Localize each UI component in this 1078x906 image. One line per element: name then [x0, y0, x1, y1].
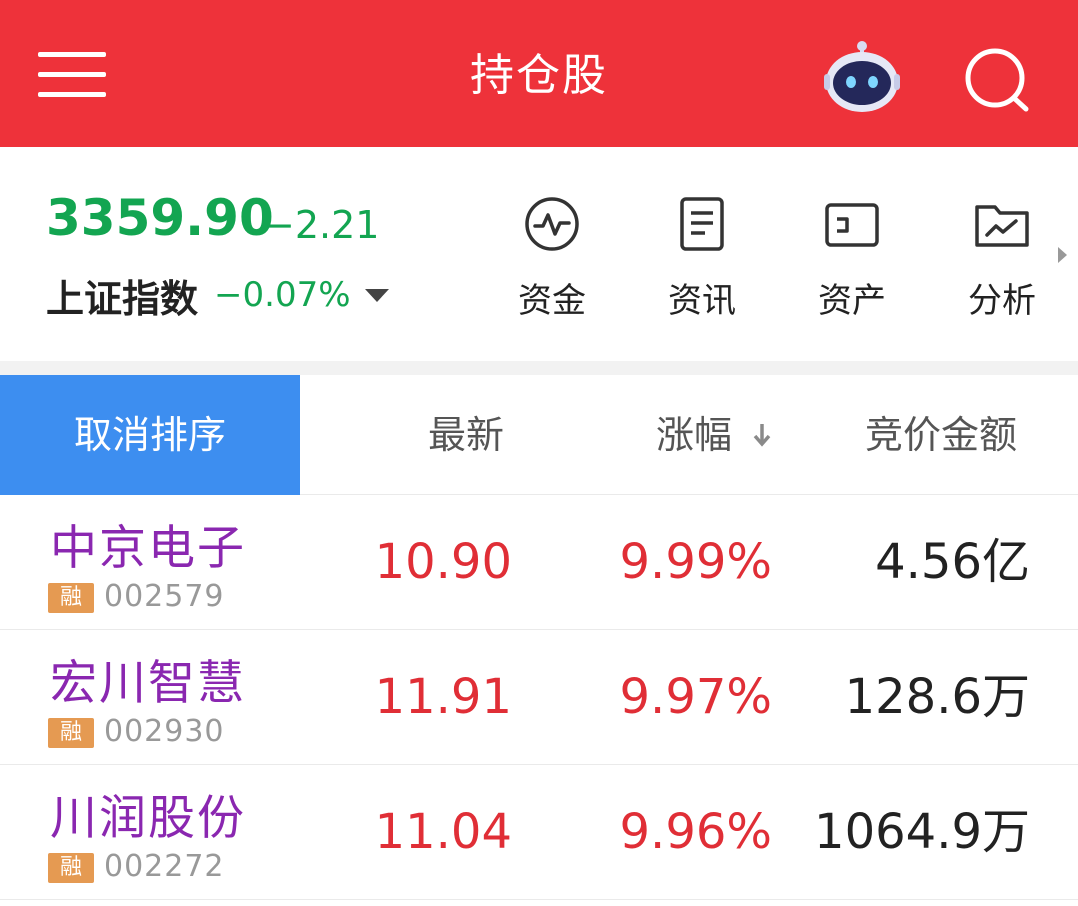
- page-title: 持仓股: [470, 50, 608, 101]
- table-row[interactable]: 中京电子 融 002579 10.90 9.99% 4.56亿: [0, 495, 1078, 630]
- quick-link-news[interactable]: 资讯: [642, 193, 762, 323]
- auction-amount: 128.6万: [844, 669, 1030, 725]
- cancel-sort-button[interactable]: 取消排序: [0, 375, 300, 495]
- search-icon: [965, 48, 1029, 112]
- index-value: 3359.90: [46, 189, 274, 247]
- stock-name: 川润股份: [50, 791, 246, 846]
- news-icon: [680, 197, 724, 251]
- hamburger-icon: [38, 52, 106, 57]
- menu-button[interactable]: [38, 50, 106, 100]
- table-header: 取消排序 最新 涨幅 竞价金额: [0, 375, 1078, 495]
- table-row[interactable]: 宏川智慧 融 002930 11.91 9.97% 128.6万: [0, 630, 1078, 765]
- index-change: −2.21: [263, 203, 380, 247]
- latest-price: 11.91: [374, 669, 512, 725]
- index-summary: 3359.90 −2.21 上证指数 −0.07% 资金 资讯 资产 分析: [0, 147, 1078, 361]
- margin-badge: 融: [48, 853, 94, 883]
- quick-link-asset[interactable]: 资产: [792, 193, 912, 323]
- quick-link-label: 资金: [518, 281, 586, 321]
- column-change[interactable]: 涨幅: [656, 375, 732, 495]
- robot-icon[interactable]: [822, 36, 902, 116]
- change-pct: 9.97%: [619, 669, 772, 725]
- app-header: 持仓股: [0, 0, 1078, 147]
- quick-link-label: 资讯: [668, 281, 736, 321]
- scroll-right-icon[interactable]: [1058, 247, 1067, 263]
- change-pct: 9.96%: [619, 804, 772, 860]
- margin-badge: 融: [48, 583, 94, 613]
- latest-price: 10.90: [374, 534, 512, 590]
- section-divider: [0, 361, 1078, 375]
- index-change-pct: −0.07%: [214, 275, 351, 315]
- stock-code: 002272: [104, 849, 225, 884]
- stock-name: 宏川智慧: [50, 656, 246, 711]
- search-button[interactable]: [962, 45, 1032, 115]
- caret-down-icon: [364, 288, 389, 302]
- quick-link-fund[interactable]: 资金: [492, 193, 612, 323]
- auction-amount: 1064.9万: [814, 804, 1030, 860]
- auction-amount: 4.56亿: [875, 534, 1030, 590]
- latest-price: 11.04: [374, 804, 512, 860]
- sort-down-icon: [753, 424, 771, 447]
- change-pct: 9.99%: [619, 534, 772, 590]
- index-selector[interactable]: 上证指数 −0.07%: [46, 270, 389, 321]
- fund-flow-icon: [525, 197, 579, 251]
- margin-badge: 融: [48, 718, 94, 748]
- stock-code: 002579: [104, 579, 225, 614]
- column-auction-amount[interactable]: 竞价金额: [865, 375, 1017, 495]
- quick-link-label: 分析: [968, 281, 1036, 321]
- quick-link-analysis[interactable]: 分析: [942, 193, 1062, 323]
- stock-code: 002930: [104, 714, 225, 749]
- index-name: 上证指数: [46, 276, 199, 321]
- table-row[interactable]: 川润股份 融 002272 11.04 9.96% 1064.9万: [0, 765, 1078, 900]
- quick-link-label: 资产: [818, 281, 886, 321]
- analysis-icon: [975, 205, 1029, 247]
- column-latest[interactable]: 最新: [428, 375, 504, 495]
- stock-name: 中京电子: [50, 521, 246, 576]
- asset-icon: [825, 203, 879, 247]
